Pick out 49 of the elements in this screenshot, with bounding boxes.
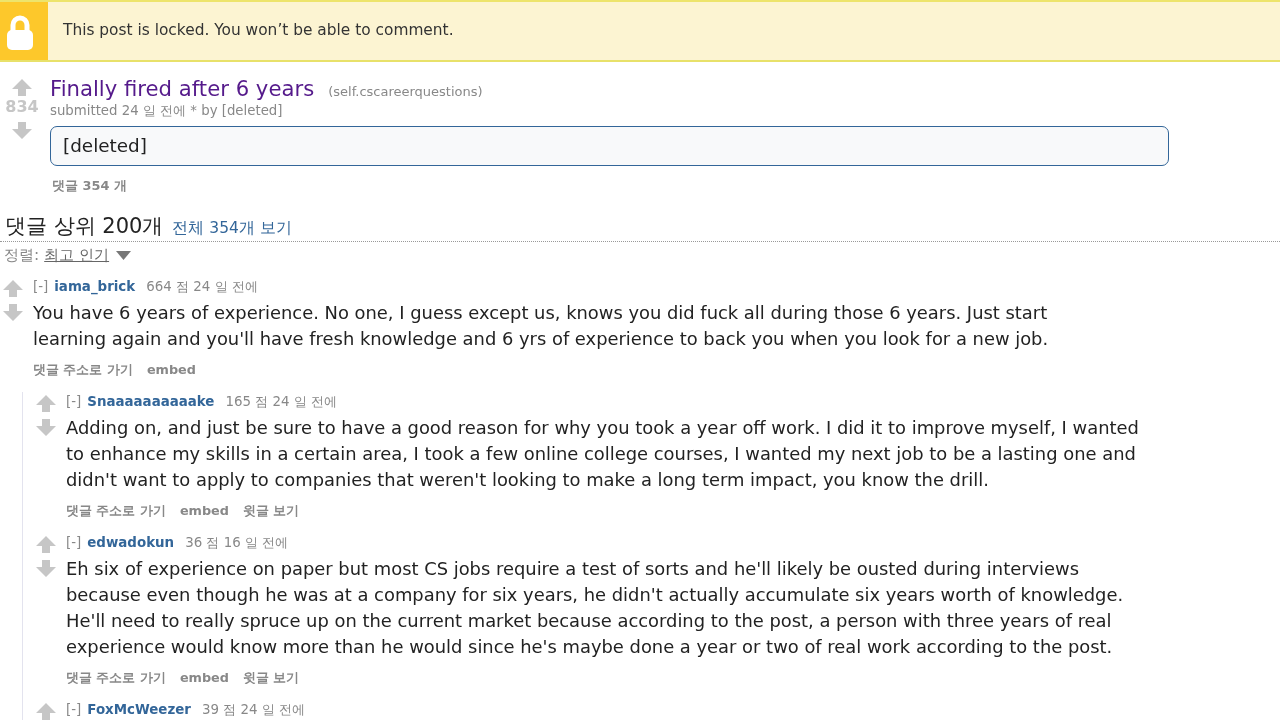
comment-text: Eh six of experience on paper but most CS jobs require a test of sorts and he'll likely be ousted during interviews because even though he was at a company for six years, he didn't actually accumulate six years worth of knowledge. He'll need to really spruce up on the current market because according to the post, a person with three years of real experience would know more than he would since he's maybe done a year or two of real work according to the post.	[66, 557, 1125, 659]
locked-message: This post is locked. You won’t be able to comment.	[63, 20, 454, 42]
post-score: 834	[5, 98, 39, 116]
post-domain: (self.cscareerquestions)	[328, 83, 483, 101]
post-body-box: [deleted]	[50, 126, 1169, 166]
comment-time: 24 일 전에	[240, 702, 306, 717]
up-arrow-icon[interactable]	[12, 79, 32, 96]
up-arrow-icon[interactable]	[3, 280, 23, 297]
lock-icon	[0, 2, 48, 60]
comment-score: 36 점	[185, 535, 220, 550]
comment-author-link[interactable]: FoxMcWeezer	[87, 700, 191, 720]
comment-author-link[interactable]: edwadokun	[87, 533, 175, 553]
comment-action-link[interactable]: 댓글 주소로 가기	[66, 668, 166, 688]
comment-action-link[interactable]: embed	[146, 360, 196, 380]
down-arrow-icon[interactable]	[36, 419, 56, 436]
up-arrow-icon[interactable]	[36, 395, 56, 412]
comment-text: You have 6 years of experience. No one, I guess except us, knows you did fuck all during those 6 years. Just start learning again and you'll have fresh knowledge and 6 yrs of experience to back you when you look for a new job.	[33, 301, 1050, 351]
comment-action-link[interactable]: embed	[179, 501, 229, 521]
post-title-link[interactable]: Finally fired after 6 years	[50, 76, 315, 102]
comment-author-link[interactable]: Snaaaaaaaaaake	[87, 392, 215, 412]
up-arrow-icon[interactable]	[36, 703, 56, 720]
comment-time: 24 일 전에	[193, 279, 258, 294]
sort-label: 정렬:	[4, 245, 40, 265]
sort-dropdown-link[interactable]: 최고 인기	[44, 245, 110, 265]
down-arrow-icon[interactable]	[12, 122, 32, 139]
post-tagline: submitted 24 일 전에 * by [deleted]	[50, 102, 284, 120]
comment-action-link[interactable]: 윗글 보기	[242, 501, 300, 521]
collapse-toggle[interactable]: [-]	[66, 700, 82, 720]
comment-time: 16 일 전에	[223, 535, 289, 550]
comment-time: 24 일 전에	[272, 394, 338, 409]
collapse-toggle[interactable]: [-]	[66, 533, 82, 553]
down-arrow-icon[interactable]	[36, 560, 56, 577]
dropdown-caret-icon[interactable]	[116, 250, 132, 260]
comment-score: 664 점	[146, 279, 190, 294]
comment-author-link[interactable]: iama_brick	[54, 277, 136, 297]
comments-heading: 댓글 상위 200개	[5, 213, 164, 240]
comment-action-link[interactable]: 윗글 보기	[242, 668, 300, 688]
comments-count-link[interactable]: 댓글 354 개	[52, 177, 127, 195]
down-arrow-icon[interactable]	[3, 304, 23, 321]
up-arrow-icon[interactable]	[36, 536, 56, 553]
comment-action-link[interactable]: 댓글 주소로 가기	[66, 501, 166, 521]
comment-score: 39 점	[201, 702, 237, 717]
comment-text: Adding on, and just be sure to have a good reason for why you took a year off work. I did it to improve myself, I wanted to enhance my skills in a certain area, I took a few online college courses, I wanted my next job to be a lasting one and didn't want to apply to companies that weren't looking to make a long term impact, you know the drill.	[66, 416, 1140, 492]
collapse-toggle[interactable]: [-]	[66, 392, 82, 412]
comment-action-link[interactable]: embed	[179, 668, 229, 688]
comment-score: 165 점	[225, 394, 269, 409]
collapse-toggle[interactable]: [-]	[33, 277, 49, 297]
comment-action-link[interactable]: 댓글 주소로 가기	[33, 360, 133, 380]
view-all-comments-link[interactable]: 전체 354개 보기	[172, 217, 292, 241]
